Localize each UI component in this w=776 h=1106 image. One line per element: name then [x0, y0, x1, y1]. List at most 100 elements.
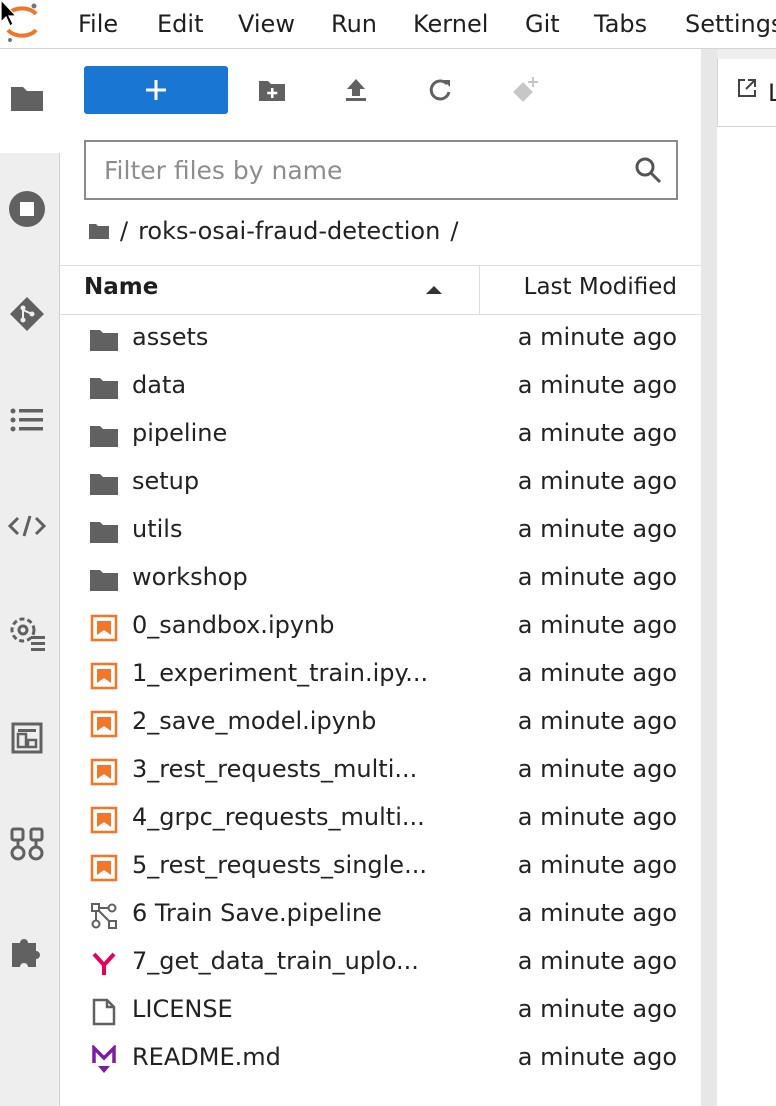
file-last-modified: a minute ago	[517, 419, 677, 447]
name-column-header[interactable]: Name	[84, 274, 158, 300]
file-row[interactable]: 3_rest_requests_multi... a minute ago	[60, 747, 701, 795]
main-dock-area: L	[717, 49, 776, 1106]
file-last-modified: a minute ago	[517, 1043, 677, 1071]
upload-button[interactable]	[336, 66, 376, 114]
filter-box	[84, 140, 678, 200]
left-activity-bar	[0, 49, 60, 1106]
file-row[interactable]: 5_rest_requests_single... a minute ago	[60, 843, 701, 891]
extensions-puzzle-icon[interactable]	[6, 929, 48, 971]
notebook-icon	[88, 805, 120, 835]
notebook-icon	[88, 709, 120, 739]
notebook-icon	[88, 757, 120, 787]
file-row[interactable]: workshop a minute ago	[60, 555, 701, 603]
file-name: data	[132, 371, 187, 399]
file-last-modified: a minute ago	[517, 755, 677, 783]
file-name: 5_rest_requests_single...	[132, 851, 427, 879]
breadcrumb-separator: /	[120, 217, 129, 245]
file-row[interactable]: data a minute ago	[60, 363, 701, 411]
upload-icon	[346, 79, 366, 101]
refresh-button[interactable]	[420, 66, 460, 114]
search-icon	[635, 157, 662, 184]
menu-tabs[interactable]: Tabs	[594, 10, 647, 38]
file-row[interactable]: 6 Train Save.pipeline a minute ago	[60, 891, 701, 939]
file-name: workshop	[132, 563, 248, 591]
menu-edit[interactable]: Edit	[157, 10, 203, 38]
launch-icon	[738, 79, 756, 97]
running-kernels-icon[interactable]	[6, 188, 48, 230]
pipeline-components-icon[interactable]	[6, 823, 48, 865]
listing-header: Name Last Modified	[60, 265, 701, 315]
jupyter-logo-icon	[0, 0, 44, 49]
menu-bar: File Edit View Run Kernel Git Tabs Setti…	[0, 0, 776, 49]
file-last-modified: a minute ago	[517, 899, 677, 927]
menu-settings[interactable]: Settings	[685, 10, 776, 38]
file-last-modified: a minute ago	[517, 563, 677, 591]
file-name: utils	[132, 515, 183, 543]
column-divider[interactable]	[479, 266, 480, 314]
file-row[interactable]: 7_get_data_train_uplo... a minute ago	[60, 939, 701, 987]
new-folder-button[interactable]	[252, 66, 292, 114]
file-name: README.md	[132, 1043, 281, 1071]
breadcrumb-folder[interactable]: roks-osai-fraud-detection	[138, 217, 440, 245]
file-name: 2_save_model.ipynb	[132, 707, 377, 735]
folder-icon	[88, 373, 120, 403]
sort-ascending-icon	[426, 286, 442, 294]
breadcrumb-trailing-separator: /	[450, 217, 459, 245]
git-icon[interactable]	[6, 293, 48, 335]
file-row[interactable]: 4_grpc_requests_multi... a minute ago	[60, 795, 701, 843]
menu-run[interactable]: Run	[331, 10, 377, 38]
file-name: 1_experiment_train.ipy...	[132, 659, 429, 687]
menu-view[interactable]: View	[238, 10, 295, 38]
pipeline-file-icon	[88, 901, 120, 931]
menu-kernel[interactable]: Kernel	[413, 10, 488, 38]
file-row[interactable]: 2_save_model.ipynb a minute ago	[60, 699, 701, 747]
notebook-icon	[88, 613, 120, 643]
folder-icon	[88, 421, 120, 451]
home-folder-icon[interactable]	[88, 222, 110, 240]
file-row[interactable]: LICENSE a minute ago	[60, 987, 701, 1035]
file-last-modified: a minute ago	[517, 323, 677, 351]
settings-icon[interactable]	[6, 611, 48, 653]
file-name: 3_rest_requests_multi...	[132, 755, 418, 783]
filter-input[interactable]	[104, 152, 624, 188]
new-launcher-button[interactable]	[84, 66, 228, 114]
file-row[interactable]: README.md a minute ago	[60, 1035, 701, 1083]
property-inspector-icon[interactable]	[6, 505, 48, 547]
file-last-modified: a minute ago	[517, 371, 677, 399]
file-list: assets a minute ago data a minute ago pipeli…	[60, 315, 701, 1083]
last-modified-column-header[interactable]: Last Modified	[524, 274, 677, 300]
file-last-modified: a minute ago	[517, 707, 677, 735]
refresh-icon	[429, 79, 451, 101]
file-row[interactable]: 0_sandbox.ipynb a minute ago	[60, 603, 701, 651]
file-row[interactable]: 1_experiment_train.ipy... a minute ago	[60, 651, 701, 699]
panel-splitter[interactable]	[701, 49, 717, 1106]
new-folder-icon	[259, 81, 285, 101]
menu-file[interactable]: File	[78, 10, 118, 38]
table-of-contents-icon[interactable]	[6, 399, 48, 441]
notebook-icon	[88, 661, 120, 691]
menu-git[interactable]: Git	[525, 10, 560, 38]
breadcrumb: / roks-osai-fraud-detection /	[88, 215, 458, 247]
file-icon	[88, 997, 120, 1027]
file-last-modified: a minute ago	[517, 851, 677, 879]
file-last-modified: a minute ago	[517, 995, 677, 1023]
git-clone-button[interactable]	[504, 66, 544, 114]
file-last-modified: a minute ago	[517, 467, 677, 495]
file-row[interactable]: pipeline a minute ago	[60, 411, 701, 459]
file-row[interactable]: utils a minute ago	[60, 507, 701, 555]
folder-icon	[88, 469, 120, 499]
file-row[interactable]: setup a minute ago	[60, 459, 701, 507]
file-last-modified: a minute ago	[517, 659, 677, 687]
file-row[interactable]: assets a minute ago	[60, 315, 701, 363]
yaml-file-icon	[88, 949, 120, 979]
extension-manager-icon[interactable]	[6, 717, 48, 759]
folder-icon	[88, 565, 120, 595]
tab-launcher[interactable]: L	[717, 59, 776, 127]
folder-icon[interactable]	[6, 77, 48, 119]
file-last-modified: a minute ago	[517, 515, 677, 543]
file-last-modified: a minute ago	[517, 947, 677, 975]
file-last-modified: a minute ago	[517, 611, 677, 639]
file-name: 7_get_data_train_uplo...	[132, 947, 419, 975]
tab-label: L	[768, 79, 776, 107]
file-name: 4_grpc_requests_multi...	[132, 803, 425, 831]
